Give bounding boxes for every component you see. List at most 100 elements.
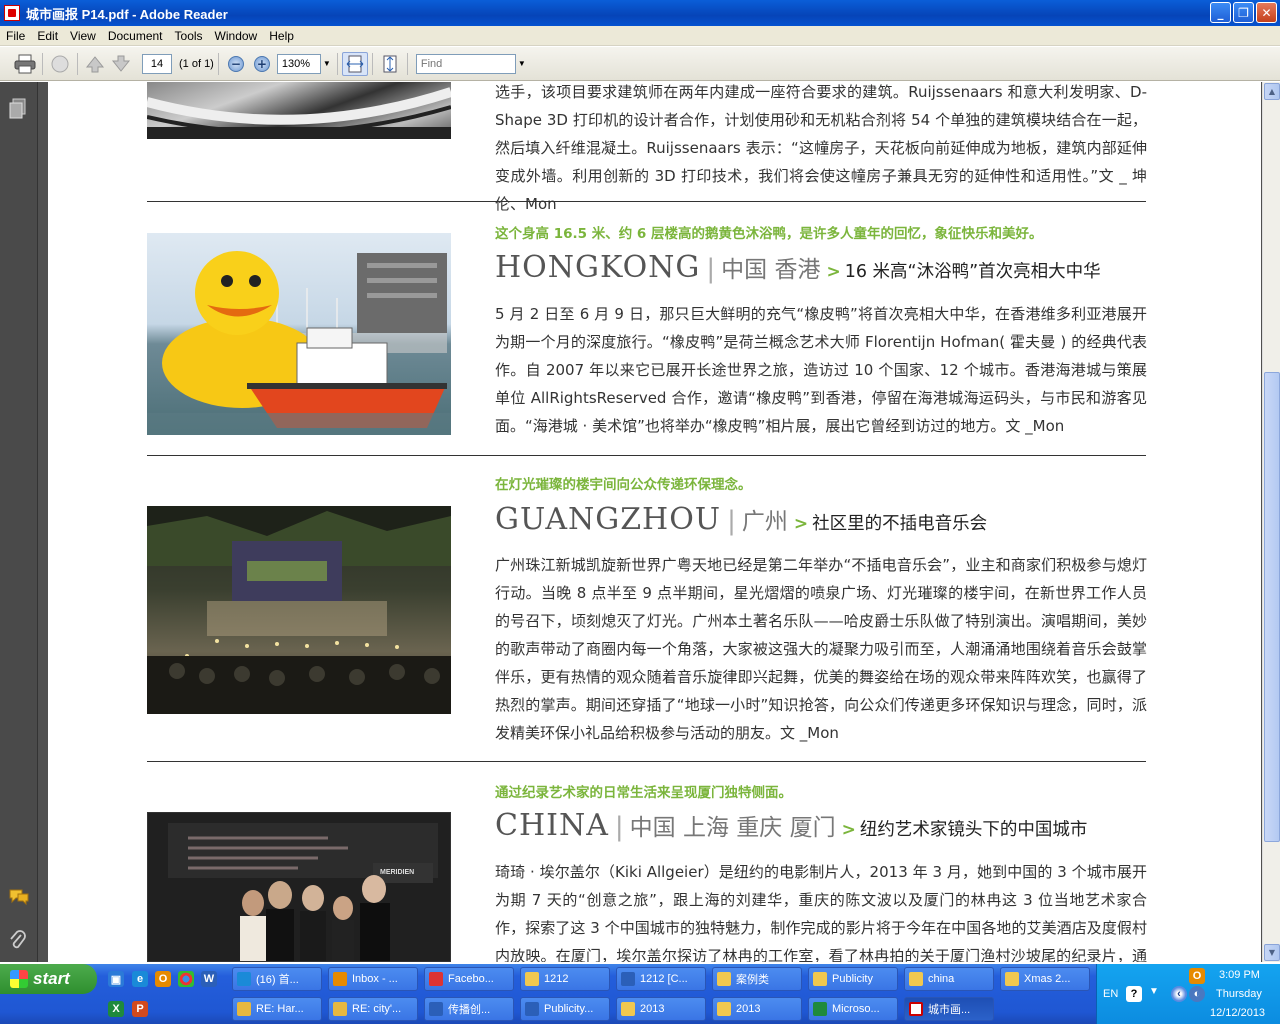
clock-date: 12/12/2013 <box>1210 1007 1266 1019</box>
powerpoint-icon[interactable]: P <box>132 1001 148 1017</box>
find-dropdown-icon[interactable]: ▼ <box>516 59 528 68</box>
pages-icon[interactable] <box>9 98 27 120</box>
task-excel[interactable]: Microso... <box>808 997 898 1021</box>
chevron-right-icon: > <box>793 514 809 534</box>
artists-photo: MERIDIEN <box>147 812 451 962</box>
guangzhou-city-cn: 广州 <box>741 509 788 535</box>
excel-icon[interactable]: X <box>108 1001 124 1017</box>
restore-button[interactable]: ❐ <box>1233 2 1254 23</box>
fit-page-icon[interactable] <box>377 52 403 76</box>
guangzhou-subhead: 社区里的不插电音乐会 <box>812 514 988 534</box>
china-city-cn: 中国 上海 重庆 厦门 <box>629 815 836 841</box>
pdf-app-icon <box>4 5 20 21</box>
desktop-icon[interactable]: ▣ <box>108 971 124 987</box>
previous-page-icon[interactable] <box>82 52 108 76</box>
start-button[interactable]: start <box>0 964 97 994</box>
task-word-1212[interactable]: 1212 [C... <box>616 967 706 991</box>
close-button[interactable]: ✕ <box>1256 2 1277 23</box>
scroll-down-icon[interactable]: ▼ <box>1264 944 1280 961</box>
task-word-publicity[interactable]: Publicity... <box>520 997 610 1021</box>
window-title: 城市画报 P14.pdf - Adobe Reader <box>26 6 228 22</box>
china-headline: CHINA | 中国 上海 重庆 厦门 > 纽约艺术家镜头下的中国城市 <box>495 808 1087 843</box>
task-folder-china[interactable]: china <box>904 967 994 991</box>
ie-icon[interactable]: e <box>132 971 148 987</box>
task-folder-2013-b[interactable]: 2013 <box>712 997 802 1021</box>
zoom-dropdown-icon[interactable]: ▼ <box>321 59 333 68</box>
find-input[interactable] <box>415 53 516 74</box>
chrome-icon[interactable] <box>178 971 194 987</box>
guangzhou-body: 广州珠江新城凯旋新世界广粤天地已经是第二年举办“不插电音乐会”，业主和商家们积极… <box>495 556 1147 742</box>
menu-view[interactable]: View <box>64 29 102 43</box>
pdf-page: 选手，该项目要求建筑师在两年内建成一座符合要求的建筑。Ruijssenaars … <box>48 82 1261 962</box>
collaborate-icon[interactable] <box>47 52 73 76</box>
zoom-field[interactable]: 130% <box>276 53 321 74</box>
menu-tools[interactable]: Tools <box>169 29 209 43</box>
headline-divider: | <box>706 254 716 284</box>
china-subhead: 纽约艺术家镜头下的中国城市 <box>859 820 1088 840</box>
chevron-right-icon: > <box>841 820 856 840</box>
scroll-up-icon[interactable]: ▲ <box>1264 83 1280 100</box>
task-word-communication[interactable]: 传播创... <box>424 997 514 1021</box>
menu-file[interactable]: File <box>0 29 31 43</box>
hongkong-city-en: HONGKONG <box>495 250 701 285</box>
outlook-icon[interactable]: O <box>155 971 171 987</box>
task-inbox[interactable]: Inbox - ... <box>328 967 418 991</box>
task-facebook-ie[interactable]: (16) 首... <box>232 967 322 991</box>
meridien-sign: MERIDIEN <box>380 869 415 876</box>
hongkong-city-cn: 中国 香港 <box>721 257 821 283</box>
menu-bar: File Edit View Document Tools Window Hel… <box>0 26 1280 46</box>
fit-width-icon[interactable] <box>341 51 368 76</box>
building-photo <box>147 82 451 139</box>
task-facebook-chrome[interactable]: Facebo... <box>424 967 514 991</box>
page-number-field[interactable]: 14 <box>142 53 172 74</box>
scroll-thumb[interactable] <box>1264 372 1280 842</box>
document-viewport[interactable]: 选手，该项目要求建筑师在两年内建成一座符合要求的建筑。Ruijssenaars … <box>38 82 1262 962</box>
task-adobe-reader[interactable]: 城市画... <box>904 997 994 1021</box>
minimize-button[interactable]: _ <box>1210 2 1231 23</box>
network-tray-icon[interactable]: ◐ <box>1189 986 1205 1002</box>
next-page-icon[interactable] <box>108 52 134 76</box>
taskbar: start ▣ e O W X P (16) 首... Inbox - ... … <box>0 964 1280 1024</box>
print-icon[interactable] <box>12 52 38 76</box>
chevron-right-icon: > <box>826 262 841 282</box>
china-body: 琦琦 · 埃尔盖尔（Kiki Allgeier）是纽约的电影制片人，2013 年… <box>495 863 1147 962</box>
hongkong-body: 5 月 2 日至 6 月 9 日，那只巨大鲜明的充气“橡皮鸭”将首次亮相大中华，… <box>495 305 1147 435</box>
task-folder-1212[interactable]: 1212 <box>520 967 610 991</box>
section-divider <box>147 201 1146 202</box>
menu-window[interactable]: Window <box>209 29 264 43</box>
word-icon[interactable]: W <box>201 971 217 987</box>
menu-edit[interactable]: Edit <box>31 29 64 43</box>
guangzhou-city-en: GUANGZHOU <box>495 502 722 537</box>
task-folder-xmas[interactable]: Xmas 2... <box>1000 967 1090 991</box>
task-email-city[interactable]: RE: city'... <box>328 997 418 1021</box>
zoom-out-icon[interactable]: − <box>227 55 244 72</box>
start-label: start <box>33 969 70 988</box>
outlook-tray-icon[interactable]: O <box>1189 968 1205 984</box>
task-folder-publicity[interactable]: Publicity <box>808 967 898 991</box>
help-tray-icon[interactable]: ? <box>1126 986 1142 1002</box>
vertical-scrollbar[interactable]: ▲ ▼ <box>1262 82 1280 962</box>
rubber-duck-photo <box>147 233 451 435</box>
task-folder-2013-a[interactable]: 2013 <box>616 997 706 1021</box>
zoom-in-icon[interactable]: + <box>253 55 270 72</box>
attachments-icon[interactable] <box>9 930 27 957</box>
section-divider <box>147 761 1146 762</box>
tray-arrow-icon[interactable]: ▼ <box>1149 986 1159 997</box>
system-tray: O EN ? ▼ ‹ ◐ 3:09 PM Thursday 12/12/2013 <box>1096 964 1280 1024</box>
china-tagline: 通过纪录艺术家的日常生活来呈现厦门独特侧面。 <box>495 785 792 801</box>
expand-tray-icon[interactable]: ‹ <box>1171 986 1187 1002</box>
page-count: (1 of 1) <box>179 57 214 70</box>
menu-help[interactable]: Help <box>263 29 300 43</box>
concert-photo <box>147 506 451 714</box>
language-indicator[interactable]: EN <box>1103 988 1118 1000</box>
hongkong-tagline: 这个身高 16.5 米、约 6 层楼高的鹅黄色沐浴鸭，是许多人童年的回忆，象征快… <box>495 226 1043 242</box>
toolbar: 14 (1 of 1) − + 130% ▼ ▼ <box>0 47 1280 81</box>
hongkong-subhead: 16 米高“沐浴鸭”首次亮相大中华 <box>844 262 1101 282</box>
comments-icon[interactable] <box>8 888 30 911</box>
task-email-har[interactable]: RE: Har... <box>232 997 322 1021</box>
hongkong-headline: HONGKONG | 中国 香港 > 16 米高“沐浴鸭”首次亮相大中华 <box>495 250 1101 285</box>
navigation-panel <box>0 82 38 962</box>
menu-document[interactable]: Document <box>102 29 169 43</box>
headline-divider: | <box>614 812 624 842</box>
task-folder-cases[interactable]: 案例类 <box>712 967 802 991</box>
